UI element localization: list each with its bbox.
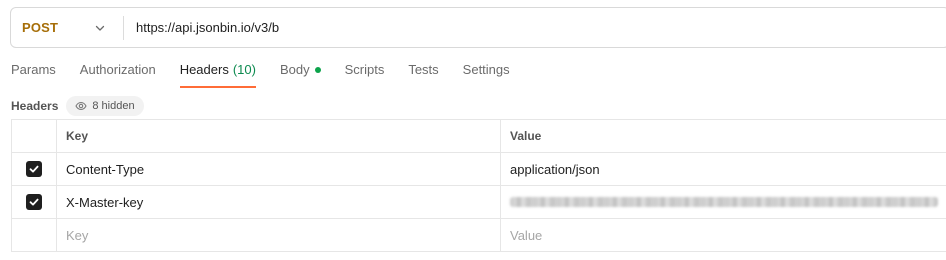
headers-section-header: Headers 8 hidden (11, 96, 144, 116)
body-indicator-dot (314, 67, 321, 73)
headers-table: Key Value Content-Type application/json (11, 119, 946, 252)
request-tabs: Params Authorization Headers (10) Body S… (11, 62, 534, 88)
tab-label: Settings (462, 62, 510, 77)
row-checkbox-cell (12, 153, 57, 185)
tab-headers[interactable]: Headers (10) (179, 62, 257, 88)
header-enabled-checkbox[interactable] (26, 194, 42, 210)
tab-label: Headers (179, 62, 229, 77)
eye-icon (75, 101, 87, 111)
checkbox-column-header (12, 120, 57, 152)
method-selector[interactable]: POST (11, 8, 123, 47)
chevron-down-icon (95, 25, 105, 31)
table-row: Content-Type application/json (12, 153, 946, 186)
tab-label: Scripts (344, 62, 385, 77)
tab-settings[interactable]: Settings (463, 62, 510, 88)
headers-count: (10) (232, 62, 256, 77)
redacted-value (510, 197, 938, 207)
url-bar: POST https://api.jsonbin.io/v3/b (10, 7, 946, 48)
header-value-cell[interactable] (501, 186, 946, 218)
tab-label: Tests (408, 62, 439, 77)
tab-scripts[interactable]: Scripts (345, 62, 385, 88)
tab-tests[interactable]: Tests (408, 62, 438, 88)
headers-section-title: Headers (11, 99, 59, 113)
new-key-input[interactable]: Key (57, 219, 501, 251)
tab-authorization[interactable]: Authorization (80, 62, 156, 88)
header-key-cell[interactable]: Content-Type (57, 153, 501, 185)
row-checkbox-cell (12, 186, 57, 218)
header-enabled-checkbox[interactable] (26, 161, 42, 177)
tab-body[interactable]: Body (280, 62, 321, 88)
header-value-cell[interactable]: application/json (501, 153, 946, 185)
hidden-headers-toggle[interactable]: 8 hidden (66, 96, 144, 116)
checkmark-icon (29, 165, 39, 173)
tab-label: Authorization (79, 62, 156, 77)
table-header-row: Key Value (12, 120, 946, 153)
row-checkbox-cell (12, 219, 57, 251)
table-row-empty: Key Value (12, 219, 946, 251)
table-row: X-Master-key (12, 186, 946, 219)
new-value-input[interactable]: Value (501, 219, 946, 251)
method-label: POST (22, 20, 59, 35)
key-column-header: Key (57, 120, 501, 152)
header-key-cell[interactable]: X-Master-key (57, 186, 501, 218)
tab-label: Params (11, 62, 56, 77)
value-column-header: Value (510, 129, 542, 143)
tab-label: Body (279, 62, 310, 77)
hidden-count-label: 8 hidden (92, 100, 135, 112)
url-input[interactable]: https://api.jsonbin.io/v3/b (124, 8, 946, 47)
checkmark-icon (29, 198, 39, 206)
request-editor: POST https://api.jsonbin.io/v3/b Params … (0, 0, 946, 260)
tab-params[interactable]: Params (11, 62, 56, 88)
